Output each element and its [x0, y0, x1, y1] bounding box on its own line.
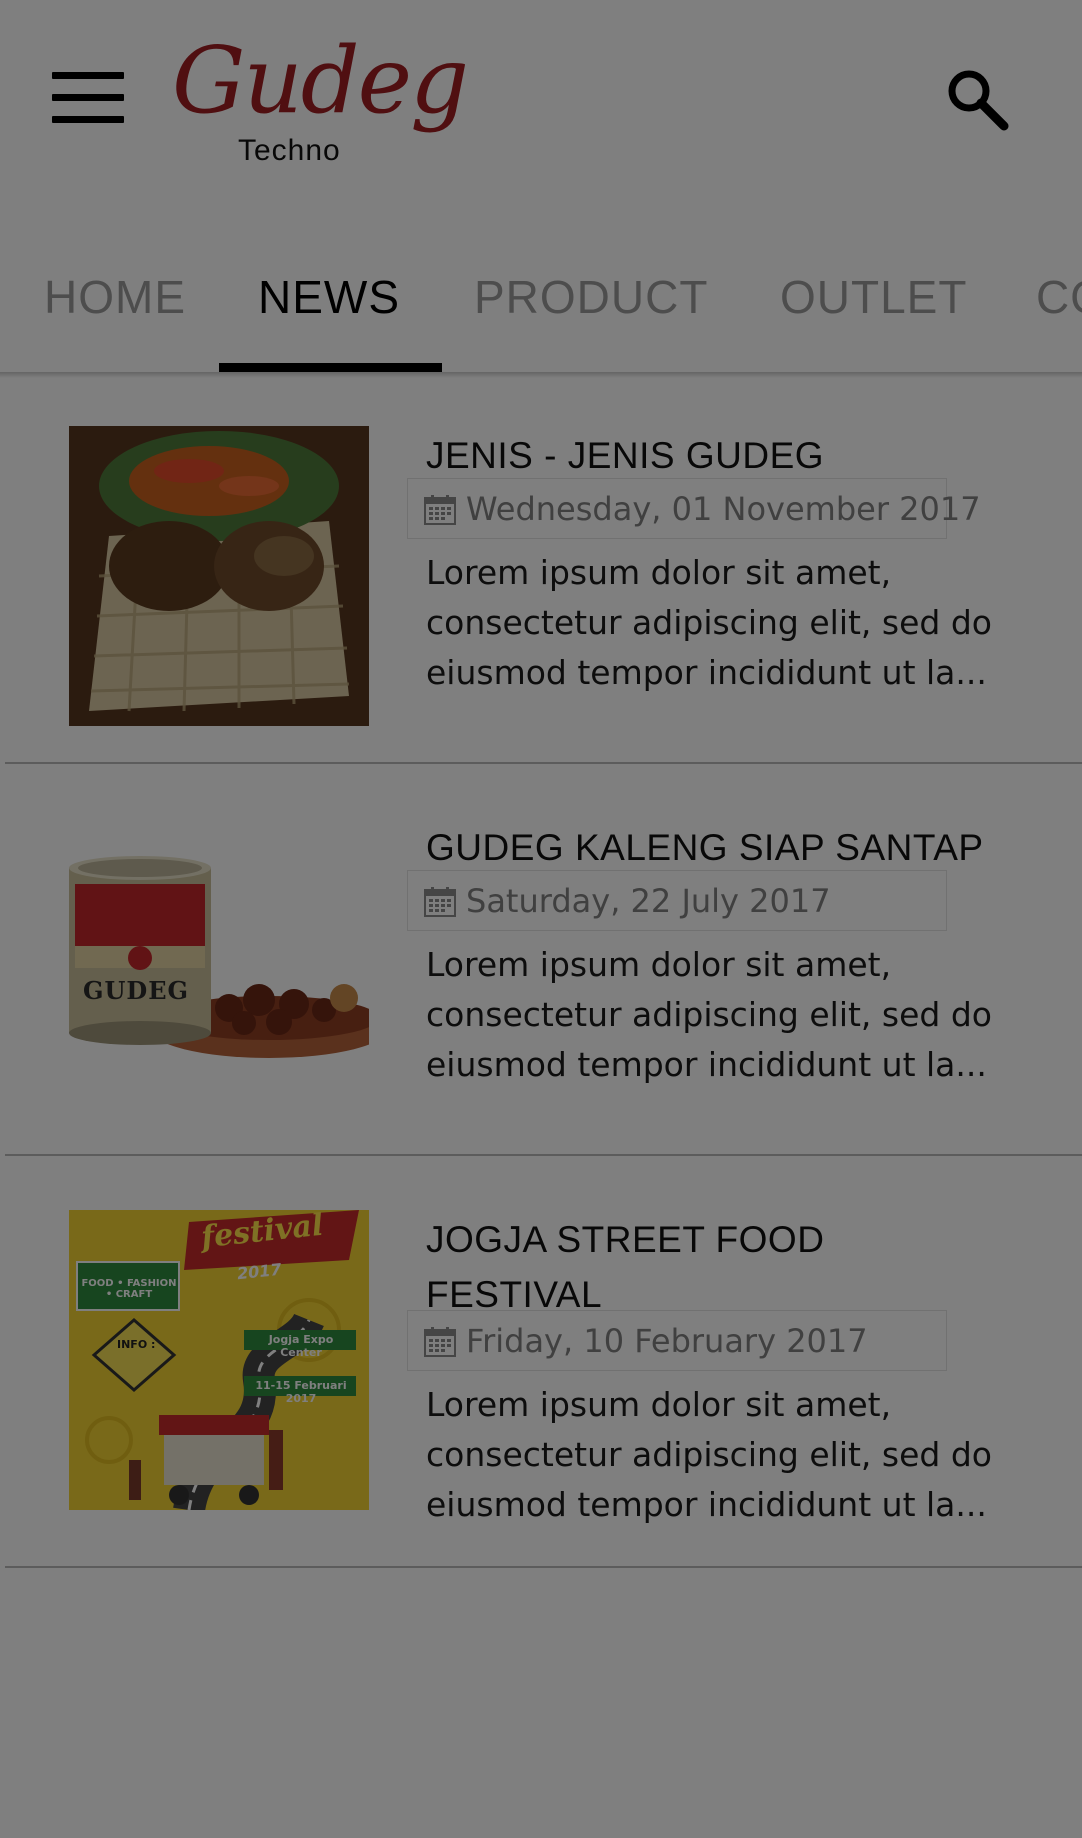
- calendar-icon: [424, 1327, 456, 1357]
- news-item[interactable]: festival 2017 FOOD • FASHION • CRAFT INF…: [5, 1156, 1082, 1568]
- news-date-text: Wednesday, 01 November 2017: [466, 490, 981, 528]
- app-header: Gudeg Techno HOME NEWS PRODUCT OUTLET CO: [0, 0, 1082, 372]
- active-tab-indicator: [219, 363, 442, 372]
- poster-tagline: FOOD • FASHION • CRAFT: [81, 1278, 177, 1300]
- can-label-text: GUDEG: [83, 976, 190, 1005]
- tab-product[interactable]: PRODUCT: [474, 272, 708, 322]
- search-icon[interactable]: [944, 66, 1010, 132]
- calendar-icon: [424, 495, 456, 525]
- news-date-text: Saturday, 22 July 2017: [466, 882, 831, 920]
- tab-contact[interactable]: CO: [1036, 272, 1082, 322]
- news-excerpt: Lorem ipsum dolor sit amet, consectetur …: [426, 1385, 992, 1524]
- news-title[interactable]: GUDEG KALENG SIAP SANTAP: [426, 820, 1006, 875]
- news-date: Friday, 10 February 2017: [407, 1310, 947, 1371]
- logo-script-text: Gudeg: [172, 27, 469, 134]
- news-date-text: Friday, 10 February 2017: [466, 1322, 868, 1360]
- news-excerpt: Lorem ipsum dolor sit amet, consectetur …: [426, 945, 992, 1084]
- brand-logo[interactable]: Gudeg Techno: [170, 26, 469, 176]
- news-date: Wednesday, 01 November 2017: [407, 478, 981, 539]
- news-thumbnail[interactable]: [69, 426, 369, 726]
- calendar-icon: [424, 887, 456, 917]
- news-item[interactable]: GUDEG GUDEG KALENG SIAP SANTAP Saturday,…: [5, 764, 1082, 1156]
- news-item[interactable]: JENIS - JENIS GUDEG Wednesday, 01 Novemb…: [5, 372, 1082, 764]
- tab-news[interactable]: NEWS: [258, 272, 400, 322]
- news-thumbnail[interactable]: festival 2017 FOOD • FASHION • CRAFT INF…: [69, 1210, 369, 1510]
- app-screen: Gudeg Techno HOME NEWS PRODUCT OUTLET CO: [0, 0, 1082, 1838]
- news-thumbnail[interactable]: GUDEG: [69, 818, 369, 1118]
- news-excerpt: Lorem ipsum dolor sit amet, consectetur …: [426, 553, 992, 692]
- tab-outlet[interactable]: OUTLET: [780, 272, 967, 322]
- tab-home[interactable]: HOME: [44, 272, 186, 322]
- tab-bar: HOME NEWS PRODUCT OUTLET CO: [0, 228, 1082, 372]
- poster-dates: 11-15 Februari 2017: [255, 1379, 347, 1405]
- news-title[interactable]: JOGJA STREET FOOD FESTIVAL: [426, 1212, 846, 1322]
- news-title[interactable]: JENIS - JENIS GUDEG: [426, 428, 1006, 483]
- poster-venue: Jogja Expo Center: [268, 1333, 334, 1359]
- poster-info-label: INFO :: [117, 1338, 156, 1351]
- news-date: Saturday, 22 July 2017: [407, 870, 947, 931]
- hamburger-menu-icon[interactable]: [52, 72, 124, 123]
- logo-subtitle: Techno: [238, 134, 341, 167]
